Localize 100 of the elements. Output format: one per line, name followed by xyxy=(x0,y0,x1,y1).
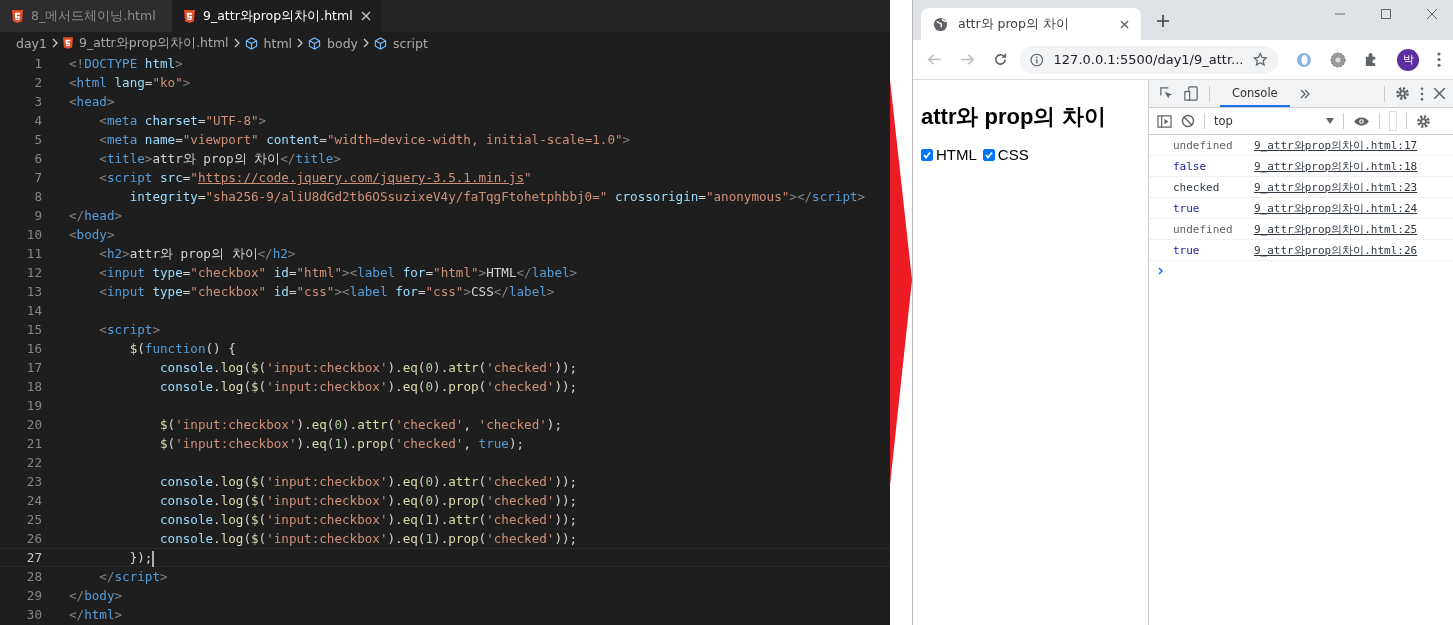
line-number: 12 xyxy=(25,264,43,282)
code-line: <meta name="viewport" content="width=device-width, initial-scale=1.0"> xyxy=(98,131,631,149)
line-number: 24 xyxy=(25,492,43,510)
clear-console-icon[interactable] xyxy=(1181,114,1195,128)
line-number: 29 xyxy=(25,587,43,605)
line-number: 28 xyxy=(25,568,43,586)
console-value: undefined xyxy=(1173,222,1234,236)
chevron-icon xyxy=(297,38,304,48)
console-value: undefined xyxy=(1173,138,1234,152)
new-tab-icon[interactable] xyxy=(1157,15,1169,27)
line-number: 15 xyxy=(25,321,43,339)
checkbox[interactable] xyxy=(982,148,995,161)
gear-extension-icon[interactable] xyxy=(1330,51,1346,68)
checkbox-option[interactable]: CSS xyxy=(982,146,1029,163)
code-line: <script src="https://code.jquery.com/jquery-3.5.1.min.js" xyxy=(98,169,532,187)
source-link[interactable]: 9_attr와prop의차이.html:18 xyxy=(1254,158,1418,174)
editor-tab[interactable]: 8_메서드체이닝.html xyxy=(0,0,172,32)
source-link[interactable]: 9_attr와prop의차이.html:26 xyxy=(1254,242,1418,258)
close-icon[interactable] xyxy=(1120,19,1129,29)
line-number: 1 xyxy=(33,55,43,73)
chevron-icon xyxy=(51,38,58,48)
dropdown-caret-icon xyxy=(1326,118,1334,124)
line-number: 13 xyxy=(25,283,43,301)
checkbox-option[interactable]: HTML xyxy=(921,146,977,163)
line-number: 6 xyxy=(33,150,43,168)
inspect-icon[interactable] xyxy=(1159,86,1174,101)
source-link[interactable]: 9_attr와prop의차이.html:24 xyxy=(1254,200,1418,216)
line-number: 14 xyxy=(25,302,43,320)
code-line: integrity="sha256-9/aliU8dGd2tb6OSsuzixeV4y/faTqgFtohetphbbj0=" crossorigin="anonymous"></script> xyxy=(128,188,866,206)
breadcrumb-item[interactable]: 9_attr와prop의차이.html xyxy=(62,34,229,52)
code-line: </script> xyxy=(98,568,168,586)
maximize-icon[interactable] xyxy=(1381,9,1391,19)
eye-icon[interactable] xyxy=(1353,115,1370,127)
source-link[interactable]: 9_attr와prop의차이.html:17 xyxy=(1254,137,1418,153)
code-line: <input type="checkbox" id="html"><label for="html">HTML</label> xyxy=(98,264,578,282)
code-line: console.log($('input:checkbox').eq(1).attr('checked')); xyxy=(159,511,578,529)
line-number: 20 xyxy=(25,416,43,434)
line-number: 11 xyxy=(25,245,43,263)
more-tabs-icon[interactable] xyxy=(1299,88,1310,99)
line-number: 18 xyxy=(25,378,43,396)
sidebar-toggle-icon[interactable] xyxy=(1157,113,1172,129)
menu-icon[interactable] xyxy=(1437,52,1441,67)
code-line: $(function() { xyxy=(128,340,236,358)
menu-icon[interactable] xyxy=(1420,86,1424,101)
star-icon[interactable] xyxy=(1253,52,1268,67)
settings-icon[interactable] xyxy=(1416,113,1431,129)
line-number: 7 xyxy=(33,169,43,187)
code-line: console.log($('input:checkbox').eq(0).prop('checked')); xyxy=(159,378,578,396)
code-line: </html> xyxy=(69,606,123,624)
code-line: </body> xyxy=(69,587,123,605)
profile-avatar[interactable]: 박 xyxy=(1397,48,1419,71)
browser-tab[interactable]: attr와 prop의 차이 xyxy=(921,8,1141,40)
source-link[interactable]: 9_attr와prop의차이.html:23 xyxy=(1254,179,1418,195)
reload-icon[interactable] xyxy=(993,52,1008,67)
code-line: console.log($('input:checkbox').eq(0).attr('checked')); xyxy=(159,473,578,491)
device-toggle-icon[interactable] xyxy=(1184,86,1199,101)
breadcrumb-item[interactable]: script xyxy=(374,35,428,51)
line-number: 27 xyxy=(25,549,43,567)
checkbox[interactable] xyxy=(921,148,933,161)
line-number: 25 xyxy=(25,511,43,529)
breadcrumb-item[interactable]: body xyxy=(308,35,358,51)
info-icon xyxy=(1030,52,1044,67)
line-number: 2 xyxy=(33,74,43,92)
line-number: 4 xyxy=(33,112,43,130)
line-number: 3 xyxy=(33,93,43,111)
source-link[interactable]: 9_attr와prop의차이.html:25 xyxy=(1254,221,1418,237)
cube-icon xyxy=(374,36,387,50)
close-icon[interactable] xyxy=(1434,88,1445,99)
address-bar[interactable]: 127.0.0.1:5500/day1/9_attr... xyxy=(1020,45,1278,74)
filter-field[interactable] xyxy=(1389,111,1397,131)
line-number: 22 xyxy=(25,454,43,472)
settings-icon[interactable] xyxy=(1395,86,1410,101)
breadcrumb-item[interactable]: day1 xyxy=(16,35,47,51)
console-value: true xyxy=(1173,243,1201,257)
globe-icon xyxy=(933,16,948,32)
cube-icon xyxy=(308,36,322,50)
code-line: <input type="checkbox" id="css"><label for="css">CSS</label> xyxy=(98,283,555,301)
code-line: $('input:checkbox').eq(0).attr('checked', 'checked'); xyxy=(159,416,562,434)
code-line: $('input:checkbox').eq(1).prop('checked', true); xyxy=(159,435,525,453)
code-line: console.log($('input:checkbox').eq(1).prop('checked')); xyxy=(159,530,578,548)
console-value: checked xyxy=(1173,180,1221,194)
line-number: 5 xyxy=(33,131,43,149)
breadcrumb-item[interactable]: html xyxy=(244,35,293,51)
line-number: 17 xyxy=(25,359,43,377)
code-line: }); xyxy=(128,549,155,567)
code-line: <head> xyxy=(69,93,115,111)
console-value: true xyxy=(1173,201,1201,215)
code-line: <title>attr와 prop의 차이</title> xyxy=(98,150,341,168)
code-line: console.log($('input:checkbox').eq(0).attr('checked')); xyxy=(159,359,578,377)
code-line: <html lang="ko"> xyxy=(69,74,191,92)
html5-file-icon xyxy=(12,9,23,23)
line-number: 16 xyxy=(25,340,43,358)
line-number: 23 xyxy=(25,473,43,491)
html5-file-icon xyxy=(62,37,73,49)
context-dropdown[interactable]: top xyxy=(1214,114,1334,128)
code-line: <h2>attr와 prop의 차이</h2> xyxy=(98,245,296,263)
editor-tab[interactable]: 9_attr와prop의차이.html xyxy=(172,0,381,32)
code-line: console.log($('input:checkbox').eq(0).prop('checked')); xyxy=(159,492,578,510)
line-number: 19 xyxy=(25,397,43,415)
code-line: <meta charset="UTF-8"> xyxy=(98,112,267,130)
